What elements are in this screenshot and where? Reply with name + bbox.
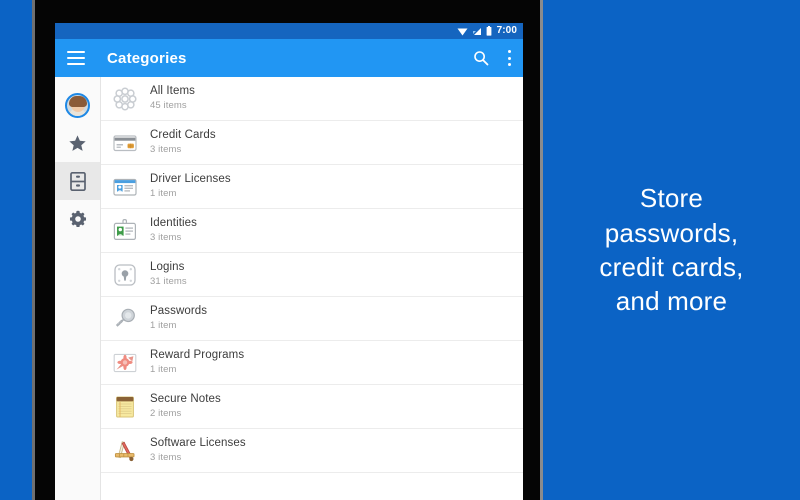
app-bar: Categories bbox=[55, 39, 523, 77]
status-bar: 7:00 bbox=[55, 23, 523, 39]
list-item-count: 3 items bbox=[150, 232, 182, 243]
driver-license-icon bbox=[110, 172, 140, 202]
list-item-count: 1 item bbox=[150, 364, 177, 375]
secure-note-icon bbox=[110, 392, 140, 422]
list-item[interactable]: Credit Cards 3 items bbox=[101, 121, 523, 165]
list-item[interactable]: Driver Licenses 1 item bbox=[101, 165, 523, 209]
overflow-menu-icon bbox=[507, 50, 511, 66]
list-item-text: Reward Programs 1 item bbox=[150, 349, 244, 376]
hamburger-menu-icon[interactable] bbox=[67, 51, 85, 65]
list-item-text: Secure Notes 2 items bbox=[150, 393, 221, 420]
categories-icon bbox=[69, 171, 86, 191]
battery-icon bbox=[486, 26, 491, 36]
list-item[interactable]: Software Licenses 3 items bbox=[101, 429, 523, 473]
bezel-edge-right bbox=[540, 0, 543, 500]
promo-text: Store passwords, credit cards, and more bbox=[599, 183, 744, 317]
list-item[interactable]: Identities 3 items bbox=[101, 209, 523, 253]
list-item-title: All Items bbox=[150, 85, 195, 97]
screen-content: All Items 45 items Credit Cards 3 items … bbox=[55, 77, 523, 500]
promo-panel: Store passwords, credit cards, and more bbox=[543, 0, 800, 500]
star-icon bbox=[69, 134, 86, 151]
sidebar-item-favorites[interactable] bbox=[55, 124, 100, 162]
reward-rosette-icon bbox=[110, 348, 140, 378]
list-item-title: Software Licenses bbox=[150, 437, 246, 449]
list-item-title: Identities bbox=[150, 217, 198, 229]
list-item-count: 31 items bbox=[150, 276, 187, 287]
list-item-text: Driver Licenses 1 item bbox=[150, 173, 231, 200]
identity-badge-icon bbox=[110, 216, 140, 246]
credit-card-icon bbox=[110, 128, 140, 158]
list-item[interactable]: Secure Notes 2 items bbox=[101, 385, 523, 429]
password-key-icon bbox=[110, 304, 140, 334]
list-item-count: 3 items bbox=[150, 452, 182, 463]
login-keyhole-icon bbox=[110, 260, 140, 290]
software-license-icon bbox=[110, 436, 140, 466]
device-screen: 7:00 Categories All Items 45 items Credi… bbox=[55, 23, 523, 500]
page-title: Categories bbox=[107, 49, 187, 67]
list-item-count: 2 items bbox=[150, 408, 182, 419]
list-item-title: Driver Licenses bbox=[150, 173, 231, 185]
device-frame: 7:00 Categories All Items 45 items Credi… bbox=[32, 0, 543, 500]
list-item-text: All Items 45 items bbox=[150, 85, 195, 112]
screenshot-stage: Store passwords, credit cards, and more … bbox=[0, 0, 800, 500]
list-item[interactable]: Logins 31 items bbox=[101, 253, 523, 297]
list-item-title: Reward Programs bbox=[150, 349, 245, 361]
list-item-count: 1 item bbox=[150, 188, 177, 199]
search-icon bbox=[474, 51, 489, 66]
list-item[interactable]: Passwords 1 item bbox=[101, 297, 523, 341]
sidebar-item-categories[interactable] bbox=[55, 162, 100, 200]
status-time: 7:00 bbox=[496, 25, 517, 36]
avatar-icon bbox=[65, 92, 90, 118]
bezel-edge-left bbox=[32, 0, 35, 500]
list-item-count: 45 items bbox=[150, 100, 187, 111]
list-item[interactable]: All Items 45 items bbox=[101, 77, 523, 121]
gear-icon bbox=[69, 210, 86, 228]
sidebar-item-account[interactable] bbox=[55, 86, 100, 124]
list-item-title: Credit Cards bbox=[150, 129, 216, 141]
list-item-text: Passwords 1 item bbox=[150, 305, 207, 332]
list-item-text: Software Licenses 3 items bbox=[150, 437, 246, 464]
navigation-rail bbox=[55, 77, 101, 500]
list-item-text: Credit Cards 3 items bbox=[150, 129, 216, 156]
search-button[interactable] bbox=[473, 50, 489, 66]
list-item-text: Identities 3 items bbox=[150, 217, 197, 244]
list-item-title: Secure Notes bbox=[150, 393, 221, 405]
list-item-text: Logins 31 items bbox=[150, 261, 187, 288]
list-item-title: Passwords bbox=[150, 305, 208, 317]
list-item-count: 1 item bbox=[150, 320, 177, 331]
list-item[interactable]: Reward Programs 1 item bbox=[101, 341, 523, 385]
all-items-icon bbox=[110, 84, 140, 114]
sidebar-item-settings[interactable] bbox=[55, 200, 100, 238]
list-item-count: 3 items bbox=[150, 144, 182, 155]
wifi-icon bbox=[457, 28, 468, 35]
cellular-signal-icon bbox=[472, 27, 481, 35]
category-list: All Items 45 items Credit Cards 3 items … bbox=[101, 77, 523, 500]
list-item-title: Logins bbox=[150, 261, 185, 273]
overflow-menu-button[interactable] bbox=[507, 50, 511, 66]
